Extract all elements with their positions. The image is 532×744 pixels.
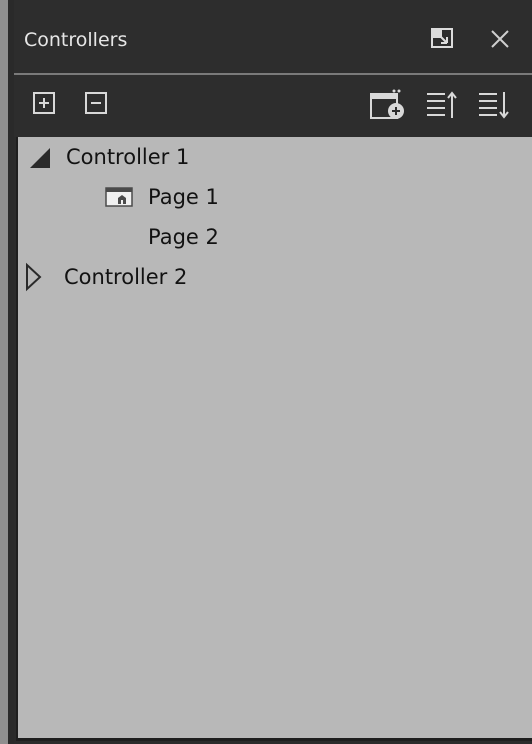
tree-item-label: Page 1 bbox=[148, 185, 219, 209]
tree-item-controller-2[interactable]: Controller 2 bbox=[24, 259, 187, 295]
add-page-button[interactable] bbox=[366, 85, 410, 125]
tree-item-page-1[interactable]: Page 1 bbox=[104, 179, 219, 215]
tree-item-label: Page 2 bbox=[148, 225, 219, 249]
panel-toolbar bbox=[14, 75, 532, 137]
tree-item-label: Controller 2 bbox=[64, 265, 188, 289]
window-restore-icon bbox=[431, 28, 453, 48]
close-icon bbox=[491, 30, 509, 48]
panel-left-edge bbox=[0, 0, 14, 744]
close-panel-button[interactable] bbox=[484, 24, 516, 54]
page-home-icon bbox=[104, 185, 136, 209]
restore-window-button[interactable] bbox=[426, 24, 458, 54]
add-page-icon bbox=[370, 89, 404, 119]
panel-title-bar: Controllers bbox=[14, 0, 532, 74]
sort-down-button[interactable] bbox=[474, 85, 514, 125]
sort-up-button[interactable] bbox=[422, 85, 462, 125]
sort-descending-icon bbox=[479, 92, 509, 119]
collapsed-triangle-icon[interactable] bbox=[24, 262, 44, 292]
panel-title: Controllers bbox=[24, 29, 128, 51]
minus-square-icon bbox=[85, 92, 107, 114]
tree-item-page-2[interactable]: Page 2 bbox=[148, 219, 219, 255]
remove-controller-button[interactable] bbox=[82, 89, 110, 117]
controllers-panel: Controllers Controller 1 Page 1 Page 2 C… bbox=[0, 0, 532, 744]
sort-ascending-icon bbox=[427, 91, 457, 118]
tree-item-label: Controller 1 bbox=[66, 145, 190, 169]
plus-square-icon bbox=[33, 92, 55, 114]
add-controller-button[interactable] bbox=[30, 89, 58, 117]
controller-tree: Controller 1 Page 1 Page 2 Controller 2 bbox=[16, 137, 532, 741]
tree-item-controller-1[interactable]: Controller 1 bbox=[26, 139, 189, 175]
expanded-triangle-icon[interactable] bbox=[26, 144, 54, 170]
